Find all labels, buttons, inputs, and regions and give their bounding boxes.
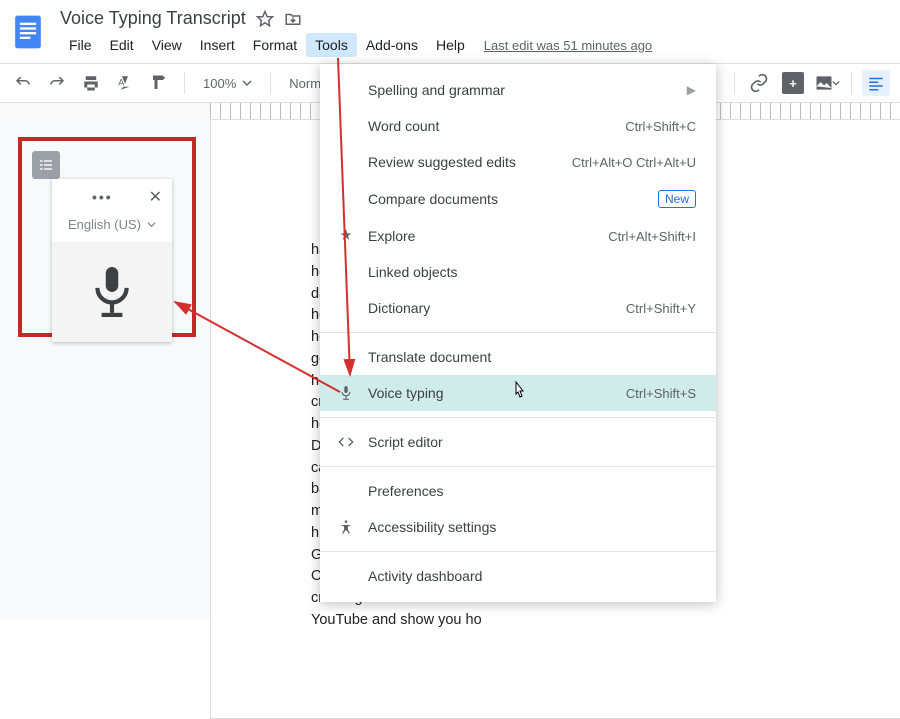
menu-addons[interactable]: Add-ons bbox=[357, 33, 427, 57]
menu-spelling-grammar[interactable]: Spelling and grammar ▶ bbox=[320, 72, 716, 108]
spellcheck-icon[interactable]: A bbox=[112, 70, 138, 96]
redo-icon[interactable] bbox=[44, 70, 70, 96]
voice-typing-panel[interactable]: ••• ✕ English (US) bbox=[52, 179, 172, 342]
insert-image-icon[interactable] bbox=[813, 70, 841, 96]
insert-link-icon[interactable] bbox=[745, 70, 773, 96]
close-icon[interactable]: ✕ bbox=[149, 187, 162, 207]
docs-logo-icon[interactable] bbox=[10, 8, 46, 56]
move-folder-icon[interactable] bbox=[284, 10, 302, 28]
explore-icon bbox=[336, 228, 356, 244]
menu-tools[interactable]: Tools bbox=[306, 33, 357, 57]
menu-help[interactable]: Help bbox=[427, 33, 474, 57]
microphone-button[interactable] bbox=[52, 242, 172, 342]
menu-voice-typing[interactable]: Voice typing Ctrl+Shift+S bbox=[320, 375, 716, 411]
menu-bar: File Edit View Insert Format Tools Add-o… bbox=[60, 33, 890, 57]
print-icon[interactable] bbox=[78, 70, 104, 96]
document-title[interactable]: Voice Typing Transcript bbox=[60, 8, 246, 29]
align-left-icon[interactable] bbox=[862, 70, 890, 96]
code-icon bbox=[336, 434, 356, 450]
language-selector[interactable]: English (US) bbox=[52, 215, 172, 242]
zoom-selector[interactable]: 100% bbox=[197, 76, 258, 91]
chevron-down-icon bbox=[147, 220, 156, 229]
menu-linked-objects[interactable]: Linked objects bbox=[320, 254, 716, 290]
menu-insert[interactable]: Insert bbox=[191, 33, 244, 57]
menu-edit[interactable]: Edit bbox=[101, 33, 143, 57]
menu-file[interactable]: File bbox=[60, 33, 101, 57]
submenu-arrow-icon: ▶ bbox=[687, 83, 696, 97]
svg-text:A: A bbox=[118, 77, 124, 87]
menu-translate-document[interactable]: Translate document bbox=[320, 339, 716, 375]
star-icon[interactable] bbox=[256, 10, 274, 28]
menu-word-count[interactable]: Word count Ctrl+Shift+C bbox=[320, 108, 716, 144]
annotation-highlight-box: ••• ✕ English (US) bbox=[18, 137, 196, 337]
menu-script-editor[interactable]: Script editor bbox=[320, 424, 716, 460]
menu-dictionary[interactable]: Dictionary Ctrl+Shift+Y bbox=[320, 290, 716, 326]
microphone-icon bbox=[336, 385, 356, 401]
menu-accessibility[interactable]: Accessibility settings bbox=[320, 509, 716, 545]
paint-format-icon[interactable] bbox=[146, 70, 172, 96]
undo-icon[interactable] bbox=[10, 70, 36, 96]
accessibility-icon bbox=[336, 519, 356, 535]
menu-preferences[interactable]: Preferences bbox=[320, 473, 716, 509]
tools-dropdown-menu: Spelling and grammar ▶ Word count Ctrl+S… bbox=[320, 64, 716, 602]
chevron-down-icon bbox=[242, 78, 252, 88]
menu-compare-documents[interactable]: Compare documents New bbox=[320, 180, 716, 218]
menu-view[interactable]: View bbox=[143, 33, 191, 57]
more-options-icon[interactable]: ••• bbox=[92, 189, 113, 205]
outline-toggle-icon[interactable] bbox=[32, 151, 60, 179]
last-edit-link[interactable]: Last edit was 51 minutes ago bbox=[484, 38, 652, 53]
add-comment-icon[interactable]: + bbox=[779, 70, 807, 96]
menu-activity-dashboard[interactable]: Activity dashboard bbox=[320, 558, 716, 594]
menu-format[interactable]: Format bbox=[244, 33, 306, 57]
menu-review-suggested-edits[interactable]: Review suggested edits Ctrl+Alt+O Ctrl+A… bbox=[320, 144, 716, 180]
menu-explore[interactable]: Explore Ctrl+Alt+Shift+I bbox=[320, 218, 716, 254]
new-badge: New bbox=[658, 190, 696, 208]
